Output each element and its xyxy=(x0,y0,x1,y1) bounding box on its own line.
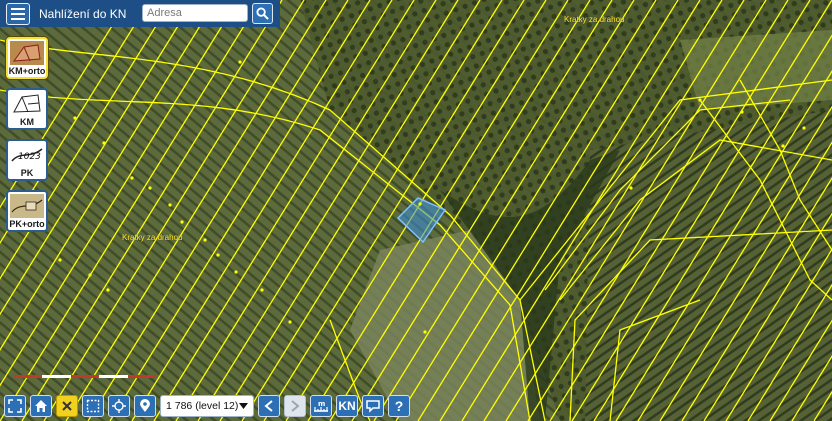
measure-button[interactable]: m xyxy=(310,395,332,417)
svg-text:1023: 1023 xyxy=(18,152,41,162)
cadastral-map-icon xyxy=(10,92,44,116)
menu-button[interactable] xyxy=(6,2,30,25)
kn-button[interactable]: KN xyxy=(336,395,358,417)
layer-pk-orto-button[interactable]: PK+orto xyxy=(6,190,48,232)
parcel-point xyxy=(180,220,184,224)
parcel-point xyxy=(629,186,633,190)
scale-select[interactable]: 1 786 (level 12) xyxy=(160,395,254,417)
parcel-point xyxy=(106,288,110,292)
measure-icon: m xyxy=(314,400,328,412)
layer-pk-button[interactable]: 1023 PK xyxy=(6,139,48,181)
scale-bar xyxy=(14,375,157,380)
kn-label: KN xyxy=(338,399,356,413)
place-label: Kratky za drahou xyxy=(122,233,183,242)
select-area-button[interactable] xyxy=(82,395,104,417)
select-area-icon xyxy=(86,399,100,413)
parcel-point xyxy=(423,330,427,334)
parcel-point xyxy=(168,203,172,207)
app-title: Nahlížení do KN xyxy=(39,6,127,21)
locate-button[interactable] xyxy=(108,395,130,417)
parcel-point xyxy=(288,320,292,324)
address-search-input[interactable] xyxy=(142,4,248,22)
previous-view-button[interactable] xyxy=(258,395,280,417)
help-label: ? xyxy=(394,398,404,414)
chevron-down-icon xyxy=(239,403,248,409)
chevron-right-icon xyxy=(291,400,300,412)
parcel-point xyxy=(238,60,242,64)
search-icon xyxy=(256,7,269,20)
search-button[interactable] xyxy=(252,3,273,24)
layer-label: PK xyxy=(20,168,34,178)
fullscreen-icon xyxy=(8,399,22,413)
parcel-point xyxy=(802,126,806,130)
layer-km-button[interactable]: KM xyxy=(6,88,48,130)
hamburger-icon xyxy=(11,12,25,15)
parcel-point xyxy=(102,141,106,145)
land-register-map-icon: 1023 xyxy=(10,143,44,167)
parcel-point xyxy=(203,238,207,242)
parcel-point xyxy=(88,273,92,277)
parcel-point xyxy=(216,253,220,257)
meadow xyxy=(680,30,832,110)
next-view-button[interactable] xyxy=(284,395,306,417)
speech-bubble-icon xyxy=(366,400,380,413)
map-canvas[interactable] xyxy=(0,0,832,421)
layer-label: KM xyxy=(20,117,34,127)
close-icon xyxy=(62,401,72,411)
crosshair-icon xyxy=(112,399,126,413)
land-register-with-ortho-icon xyxy=(10,194,44,218)
parcel-point xyxy=(418,202,422,206)
layer-label: KM+orto xyxy=(8,66,46,76)
clear-button[interactable] xyxy=(56,395,78,417)
hamburger-icon xyxy=(11,17,25,20)
parcel-point xyxy=(73,116,77,120)
layer-km-orto-button[interactable]: KM+orto xyxy=(6,37,48,79)
bottom-toolbar: 1 786 (level 12) m KN ? xyxy=(4,394,410,418)
svg-text:m: m xyxy=(318,400,325,408)
layer-label: PK+orto xyxy=(9,219,45,229)
map-pin-icon xyxy=(140,399,150,412)
hamburger-icon xyxy=(11,7,25,10)
parcel-point xyxy=(130,176,134,180)
home-button[interactable] xyxy=(30,395,52,417)
chevron-left-icon xyxy=(264,400,273,412)
parcel-point xyxy=(698,98,702,102)
parcel-point xyxy=(260,288,264,292)
parcel-point xyxy=(740,110,744,114)
marker-button[interactable] xyxy=(134,395,156,417)
home-icon xyxy=(35,400,47,412)
place-label: Kratky za drahou xyxy=(564,15,625,24)
info-button[interactable] xyxy=(362,395,384,417)
help-button[interactable]: ? xyxy=(388,395,410,417)
parcel-point xyxy=(781,144,785,148)
fullscreen-button[interactable] xyxy=(4,395,26,417)
parcel-point xyxy=(148,186,152,190)
parcel-point xyxy=(234,270,238,274)
parcel-point xyxy=(58,258,62,262)
cadastral-map-with-ortho-icon xyxy=(10,41,44,65)
scale-value: 1 786 (level 12) xyxy=(166,400,239,412)
